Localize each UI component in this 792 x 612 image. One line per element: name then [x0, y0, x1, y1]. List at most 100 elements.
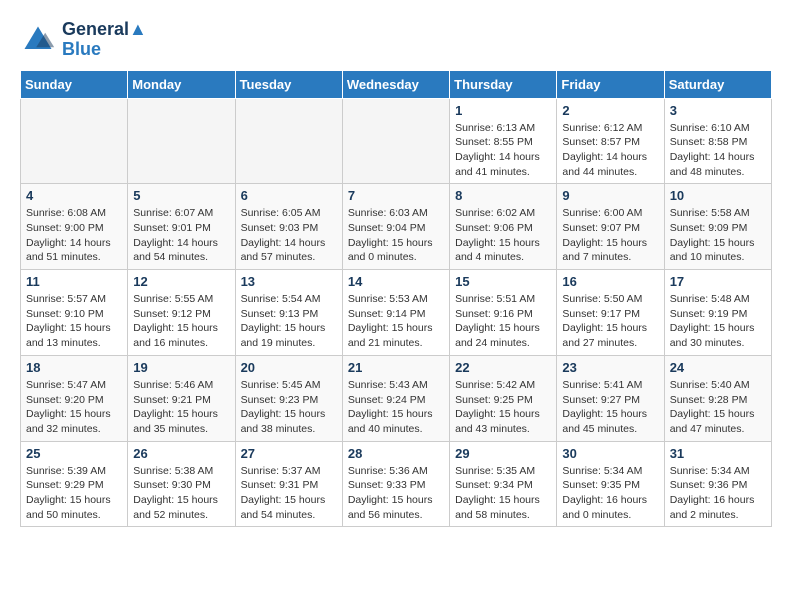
calendar-table: SundayMondayTuesdayWednesdayThursdayFrid… — [20, 70, 772, 528]
day-header-thursday: Thursday — [450, 70, 557, 98]
calendar-cell: 23 Sunrise: 5:41 AMSunset: 9:27 PMDayligh… — [557, 355, 664, 441]
calendar-cell: 7 Sunrise: 6:03 AMSunset: 9:04 PMDaylight… — [342, 184, 449, 270]
day-number: 5 — [133, 188, 229, 203]
calendar-cell: 24 Sunrise: 5:40 AMSunset: 9:28 PMDayligh… — [664, 355, 771, 441]
day-number: 4 — [26, 188, 122, 203]
calendar-cell — [128, 98, 235, 184]
calendar-cell: 20Sunrise: 5:45 AMSunset: 9:23 PMDayligh… — [235, 355, 342, 441]
day-info: Sunrise: 5:51 AMSunset: 9:16 PMDaylight:… — [455, 292, 551, 351]
calendar-cell: 14 Sunrise: 5:53 AMSunset: 9:14 PMDayligh… — [342, 270, 449, 356]
day-number: 13 — [241, 274, 337, 289]
calendar-cell: 21Sunrise: 5:43 AMSunset: 9:24 PMDayligh… — [342, 355, 449, 441]
day-number: 9 — [562, 188, 658, 203]
day-number: 18 — [26, 360, 122, 375]
day-header-friday: Friday — [557, 70, 664, 98]
calendar-cell: 27Sunrise: 5:37 AMSunset: 9:31 PMDayligh… — [235, 441, 342, 527]
day-info: Sunrise: 5:48 AMSunset: 9:19 PMDaylight:… — [670, 292, 766, 351]
day-number: 30 — [562, 446, 658, 461]
calendar-cell: 17 Sunrise: 5:48 AMSunset: 9:19 PMDayligh… — [664, 270, 771, 356]
day-number: 11 — [26, 274, 122, 289]
calendar-cell: 26 Sunrise: 5:38 AMSunset: 9:30 PMDayligh… — [128, 441, 235, 527]
logo: General▲ Blue — [20, 20, 147, 60]
calendar-cell: 15 Sunrise: 5:51 AMSunset: 9:16 PMDayligh… — [450, 270, 557, 356]
day-header-monday: Monday — [128, 70, 235, 98]
day-info: Sunrise: 5:38 AMSunset: 9:30 PMDaylight:… — [133, 464, 229, 523]
day-info: Sunrise: 5:47 AMSunset: 9:20 PMDaylight:… — [26, 378, 122, 437]
day-info: Sunrise: 6:02 AMSunset: 9:06 PMDaylight:… — [455, 206, 551, 265]
calendar-header-row: SundayMondayTuesdayWednesdayThursdayFrid… — [21, 70, 772, 98]
day-info: Sunrise: 5:57 AMSunset: 9:10 PMDaylight:… — [26, 292, 122, 351]
calendar-cell: 16 Sunrise: 5:50 AMSunset: 9:17 PMDayligh… — [557, 270, 664, 356]
day-number: 7 — [348, 188, 444, 203]
day-number: 22 — [455, 360, 551, 375]
day-info: Sunrise: 5:34 AMSunset: 9:35 PMDaylight:… — [562, 464, 658, 523]
day-info: Sunrise: 5:40 AMSunset: 9:28 PMDaylight:… — [670, 378, 766, 437]
calendar-cell: 31 Sunrise: 5:34 AMSunset: 9:36 PMDayligh… — [664, 441, 771, 527]
day-info: Sunrise: 5:45 AMSunset: 9:23 PMDaylight:… — [241, 378, 337, 437]
day-number: 15 — [455, 274, 551, 289]
day-header-tuesday: Tuesday — [235, 70, 342, 98]
calendar-body: 1Sunrise: 6:13 AMSunset: 8:55 PMDaylight… — [21, 98, 772, 527]
day-number: 6 — [241, 188, 337, 203]
day-number: 14 — [348, 274, 444, 289]
day-info: Sunrise: 6:03 AMSunset: 9:04 PMDaylight:… — [348, 206, 444, 265]
calendar-cell — [342, 98, 449, 184]
day-number: 28 — [348, 446, 444, 461]
day-info: Sunrise: 5:58 AMSunset: 9:09 PMDaylight:… — [670, 206, 766, 265]
day-info: Sunrise: 5:53 AMSunset: 9:14 PMDaylight:… — [348, 292, 444, 351]
week-row-4: 18 Sunrise: 5:47 AMSunset: 9:20 PMDayligh… — [21, 355, 772, 441]
calendar-cell: 30 Sunrise: 5:34 AMSunset: 9:35 PMDayligh… — [557, 441, 664, 527]
page-header: General▲ Blue — [20, 20, 772, 60]
day-info: Sunrise: 6:05 AMSunset: 9:03 PMDaylight:… — [241, 206, 337, 265]
day-number: 23 — [562, 360, 658, 375]
calendar-cell: 8Sunrise: 6:02 AMSunset: 9:06 PMDaylight… — [450, 184, 557, 270]
calendar-cell: 5 Sunrise: 6:07 AMSunset: 9:01 PMDaylight… — [128, 184, 235, 270]
calendar-cell: 13 Sunrise: 5:54 AMSunset: 9:13 PMDayligh… — [235, 270, 342, 356]
day-info: Sunrise: 5:35 AMSunset: 9:34 PMDaylight:… — [455, 464, 551, 523]
calendar-cell: 4Sunrise: 6:08 AMSunset: 9:00 PMDaylight… — [21, 184, 128, 270]
calendar-cell: 29 Sunrise: 5:35 AMSunset: 9:34 PMDayligh… — [450, 441, 557, 527]
day-number: 19 — [133, 360, 229, 375]
day-header-sunday: Sunday — [21, 70, 128, 98]
day-info: Sunrise: 5:54 AMSunset: 9:13 PMDaylight:… — [241, 292, 337, 351]
day-info: Sunrise: 5:46 AMSunset: 9:21 PMDaylight:… — [133, 378, 229, 437]
day-info: Sunrise: 5:36 AMSunset: 9:33 PMDaylight:… — [348, 464, 444, 523]
day-number: 24 — [670, 360, 766, 375]
week-row-2: 4Sunrise: 6:08 AMSunset: 9:00 PMDaylight… — [21, 184, 772, 270]
day-number: 26 — [133, 446, 229, 461]
week-row-1: 1Sunrise: 6:13 AMSunset: 8:55 PMDaylight… — [21, 98, 772, 184]
day-number: 10 — [670, 188, 766, 203]
calendar-cell: 10 Sunrise: 5:58 AMSunset: 9:09 PMDayligh… — [664, 184, 771, 270]
day-number: 16 — [562, 274, 658, 289]
day-number: 17 — [670, 274, 766, 289]
day-info: Sunrise: 6:13 AMSunset: 8:55 PMDaylight:… — [455, 121, 551, 180]
day-number: 29 — [455, 446, 551, 461]
day-info: Sunrise: 5:41 AMSunset: 9:27 PMDaylight:… — [562, 378, 658, 437]
day-info: Sunrise: 5:50 AMSunset: 9:17 PMDaylight:… — [562, 292, 658, 351]
day-number: 3 — [670, 103, 766, 118]
calendar-cell: 25 Sunrise: 5:39 AMSunset: 9:29 PMDayligh… — [21, 441, 128, 527]
calendar-cell: 19 Sunrise: 5:46 AMSunset: 9:21 PMDayligh… — [128, 355, 235, 441]
calendar-cell: 3Sunrise: 6:10 AMSunset: 8:58 PMDaylight… — [664, 98, 771, 184]
logo-text: General▲ Blue — [62, 20, 147, 60]
day-number: 2 — [562, 103, 658, 118]
calendar-cell: 22Sunrise: 5:42 AMSunset: 9:25 PMDayligh… — [450, 355, 557, 441]
day-number: 25 — [26, 446, 122, 461]
day-info: Sunrise: 6:12 AMSunset: 8:57 PMDaylight:… — [562, 121, 658, 180]
calendar-cell: 9 Sunrise: 6:00 AMSunset: 9:07 PMDaylight… — [557, 184, 664, 270]
day-number: 31 — [670, 446, 766, 461]
calendar-cell — [235, 98, 342, 184]
day-info: Sunrise: 6:00 AMSunset: 9:07 PMDaylight:… — [562, 206, 658, 265]
day-number: 27 — [241, 446, 337, 461]
day-info: Sunrise: 5:34 AMSunset: 9:36 PMDaylight:… — [670, 464, 766, 523]
day-info: Sunrise: 5:55 AMSunset: 9:12 PMDaylight:… — [133, 292, 229, 351]
day-info: Sunrise: 5:39 AMSunset: 9:29 PMDaylight:… — [26, 464, 122, 523]
calendar-cell — [21, 98, 128, 184]
calendar-cell: 6 Sunrise: 6:05 AMSunset: 9:03 PMDaylight… — [235, 184, 342, 270]
day-info: Sunrise: 6:07 AMSunset: 9:01 PMDaylight:… — [133, 206, 229, 265]
calendar-cell: 2 Sunrise: 6:12 AMSunset: 8:57 PMDaylight… — [557, 98, 664, 184]
week-row-5: 25 Sunrise: 5:39 AMSunset: 9:29 PMDayligh… — [21, 441, 772, 527]
calendar-cell: 18 Sunrise: 5:47 AMSunset: 9:20 PMDayligh… — [21, 355, 128, 441]
calendar-cell: 11 Sunrise: 5:57 AMSunset: 9:10 PMDayligh… — [21, 270, 128, 356]
day-header-wednesday: Wednesday — [342, 70, 449, 98]
